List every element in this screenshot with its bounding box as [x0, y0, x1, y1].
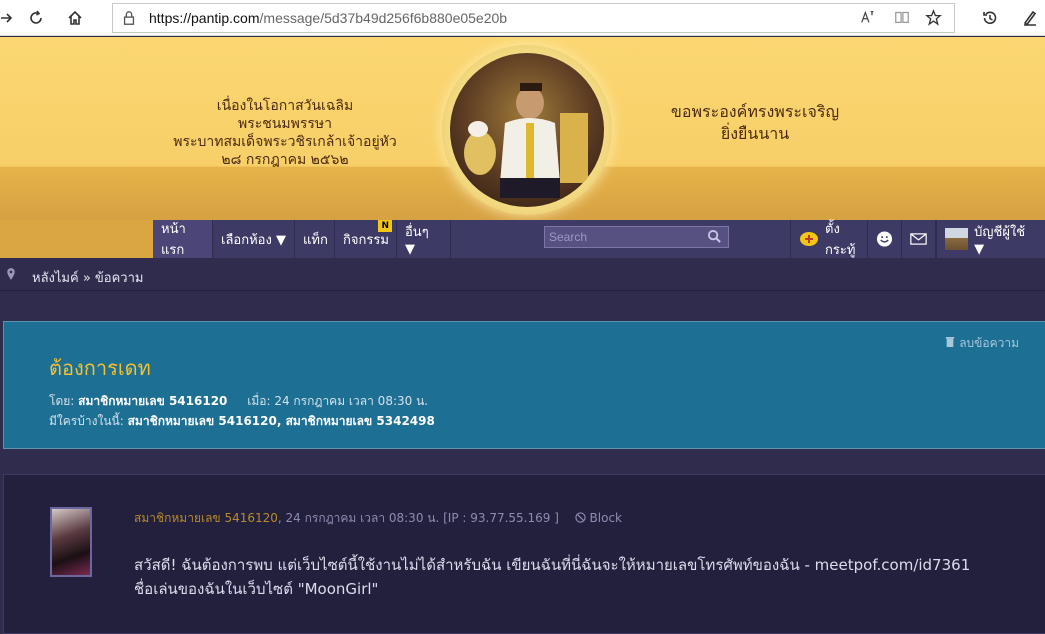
reading-view-icon[interactable]: [894, 9, 910, 30]
nav-activities[interactable]: กิจกรรม N: [335, 220, 397, 258]
new-badge: N: [378, 220, 392, 232]
breadcrumb: หลังไมค์ » ข้อความ: [0, 258, 1045, 291]
message-item: สมาชิกหมายเลข 5416120, 24 กรกฎาคม เวลา 0…: [3, 474, 1045, 634]
search-box[interactable]: [544, 226, 729, 248]
home-icon[interactable]: [63, 6, 87, 30]
banner-right-text: ขอพระองค์ทรงพระเจริญ ยิ่งยืนนาน: [670, 102, 840, 143]
author-link[interactable]: สมาชิกหมายเลข 5416120: [78, 394, 227, 408]
royal-banner: เนื่องในโอกาสวันเฉลิมพระชนมพรรษา พระบาทส…: [0, 37, 1045, 220]
nav-home[interactable]: หน้าแรก: [153, 220, 213, 258]
block-icon: [575, 511, 590, 525]
favorite-star-icon[interactable]: [925, 9, 942, 31]
address-bar[interactable]: https://pantip.com/message/5d37b49d256f6…: [112, 3, 955, 33]
royal-portrait: [450, 53, 604, 207]
chat-icon[interactable]: [868, 220, 902, 258]
nav-rooms[interactable]: เลือกห้อง ▼: [213, 220, 295, 258]
read-aloud-icon[interactable]: [860, 9, 876, 30]
forward-icon[interactable]: [0, 6, 18, 30]
delete-message-button[interactable]: ลบข้อความ: [945, 334, 1019, 353]
message-header: ต้องการเดท ลบข้อความ โดย: สมาชิกหมายเลข …: [3, 321, 1045, 449]
refresh-icon[interactable]: [24, 6, 48, 30]
banner-left-text: เนื่องในโอกาสวันเฉลิมพระชนมพรรษา พระบาทส…: [173, 98, 397, 168]
new-topic-icon: [799, 231, 819, 247]
lock-icon: [121, 10, 137, 31]
nav-more[interactable]: อื่นๆ ▼: [397, 220, 451, 258]
search-icon[interactable]: [707, 229, 722, 249]
history-icon[interactable]: [978, 6, 1002, 30]
account-menu[interactable]: บัญชีผู้ใช้ ▼: [936, 220, 1045, 258]
participants-list[interactable]: สมาชิกหมายเลข 5416120, สมาชิกหมายเลข 534…: [128, 414, 435, 428]
sender-avatar[interactable]: [50, 507, 92, 577]
pen-icon[interactable]: [1018, 6, 1042, 30]
new-topic-button[interactable]: ตั้งกระทู้: [790, 220, 868, 258]
url-text: https://pantip.com/message/5d37b49d256f6…: [149, 10, 508, 26]
breadcrumb-text[interactable]: หลังไมค์ » ข้อความ: [32, 267, 143, 288]
trash-icon: [945, 336, 959, 350]
search-input[interactable]: [545, 227, 695, 247]
mail-icon[interactable]: [902, 220, 936, 258]
browser-toolbar: https://pantip.com/message/5d37b49d256f6…: [0, 0, 1045, 36]
message-body: สวัสดี! ฉันต้องการพบ แต่เว็บไซต์นี้ใช้งา…: [134, 556, 971, 598]
location-pin-icon: [6, 267, 16, 286]
sender-link[interactable]: สมาชิกหมายเลข 5416120: [134, 511, 278, 525]
nav-tags[interactable]: แท็ก: [295, 220, 335, 258]
message-meta: โดย: สมาชิกหมายเลข 5416120 เมื่อ: 24 กรก…: [49, 394, 435, 428]
account-avatar: [945, 228, 969, 250]
message-info: สมาชิกหมายเลข 5416120, 24 กรกฎาคม เวลา 0…: [134, 511, 623, 525]
block-button[interactable]: Block: [575, 511, 622, 525]
main-nav: หน้าแรก เลือกห้อง ▼ แท็ก กิจกรรม N อื่นๆ…: [0, 220, 1045, 258]
message-title: ต้องการเดท: [49, 356, 151, 380]
